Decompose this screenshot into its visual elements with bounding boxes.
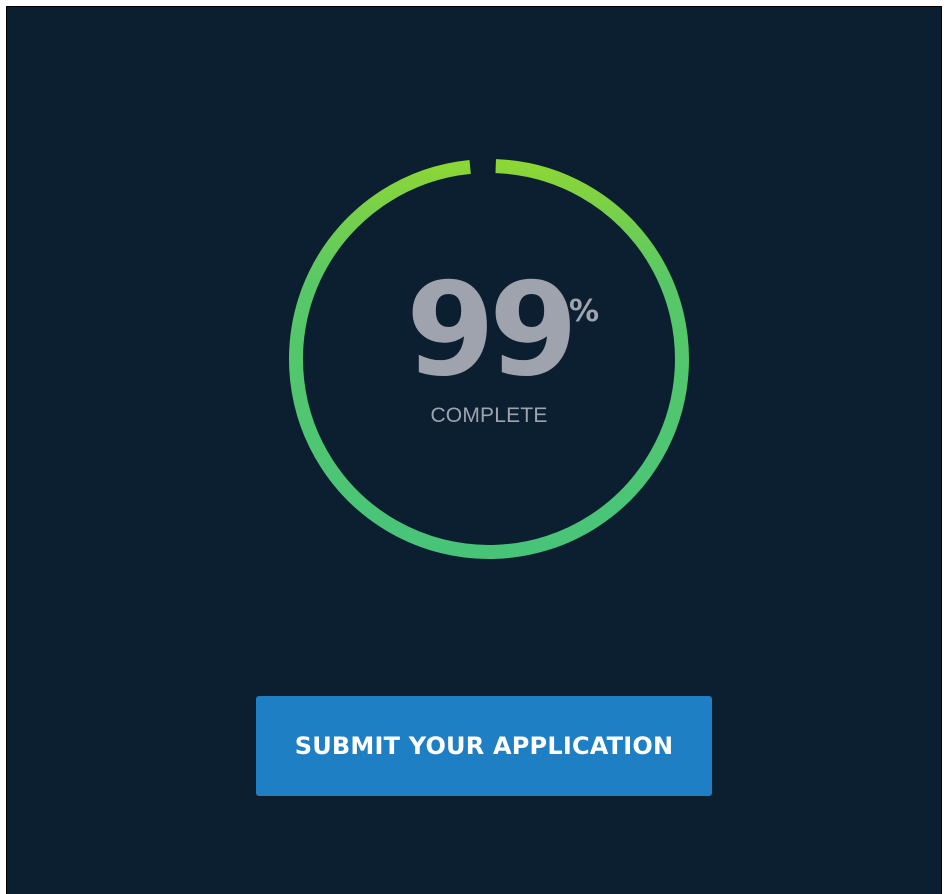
- submit-application-button[interactable]: SUBMIT YOUR APPLICATION: [256, 696, 712, 796]
- progress-panel: 99 % COMPLETE SUBMIT YOUR APPLICATION: [6, 6, 942, 894]
- progress-ring: 99 % COMPLETE: [283, 153, 695, 565]
- progress-unit: %: [569, 294, 600, 329]
- progress-value: 99: [405, 256, 578, 405]
- progress-readout: 99 % COMPLETE: [283, 153, 695, 565]
- progress-caption: COMPLETE: [430, 404, 548, 427]
